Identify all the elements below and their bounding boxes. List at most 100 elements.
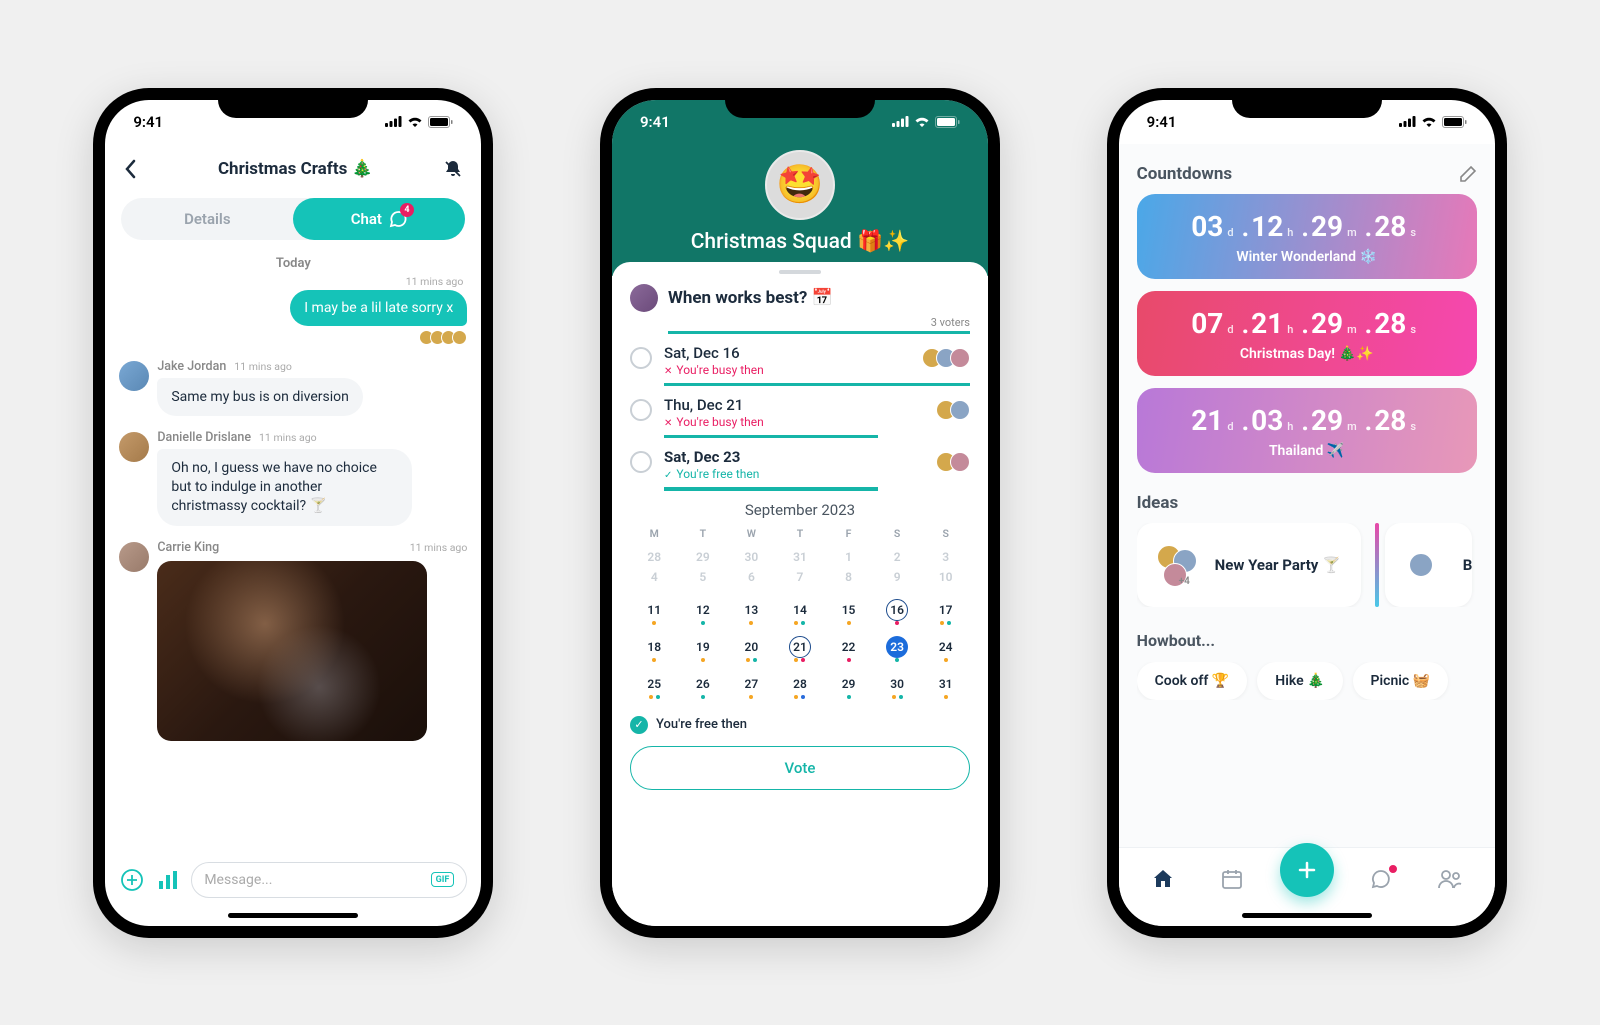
avatar (950, 400, 970, 420)
message-input[interactable]: Message... GIF (191, 862, 467, 898)
chat-messages[interactable]: Today 11 mins ago I may be a lil late so… (105, 250, 481, 852)
cal-day[interactable]: 22 (824, 632, 873, 669)
poll-author-avatar[interactable] (630, 284, 658, 312)
idea-card[interactable]: B (1385, 523, 1473, 607)
unit-m: m (1347, 323, 1357, 336)
cal-day[interactable]: 5 (679, 566, 728, 595)
poll-option[interactable]: Sat, Dec 23 You're free then (612, 438, 988, 491)
cal-day[interactable]: 9 (873, 566, 922, 595)
add-button[interactable] (119, 867, 145, 893)
cal-day[interactable]: 7 (776, 566, 825, 595)
avatar[interactable] (119, 361, 149, 391)
sheet-handle[interactable] (779, 270, 821, 274)
chip[interactable]: Picnic 🧺 (1353, 662, 1449, 700)
voter-avatars (936, 452, 970, 472)
chevron-left-icon (124, 159, 136, 179)
countdown-card[interactable]: 07d. 21h. 29m. 28s Christmas Day! 🎄✨ (1137, 291, 1477, 376)
cal-day[interactable]: 16 (873, 595, 922, 632)
countdown-card[interactable]: 21d. 03h. 29m. 28s Thailand ✈️ (1137, 388, 1477, 473)
nav-chat[interactable] (1360, 858, 1402, 900)
idea-card[interactable]: +4 New Year Party 🍸 (1137, 523, 1361, 607)
countdowns-title: Countdowns (1137, 164, 1232, 184)
status-icons (892, 116, 960, 128)
cal-day[interactable]: 28 (630, 546, 679, 566)
vote-button[interactable]: Vote (630, 746, 970, 790)
unit-h: h (1287, 323, 1293, 336)
cal-day[interactable]: 25 (630, 669, 679, 706)
cal-day[interactable]: 18 (630, 632, 679, 669)
radio[interactable] (630, 451, 652, 473)
home-indicator[interactable] (1242, 913, 1372, 918)
radio[interactable] (630, 399, 652, 421)
radio[interactable] (630, 347, 652, 369)
cal-day[interactable]: 1 (824, 546, 873, 566)
chip[interactable]: Hike 🎄 (1257, 662, 1342, 700)
cal-day[interactable]: 24 (921, 632, 970, 669)
cal-day[interactable]: 3 (921, 546, 970, 566)
message-bubble[interactable]: Same my bus is on diversion (157, 378, 363, 417)
nav-add[interactable] (1280, 843, 1334, 897)
cal-day[interactable]: 8 (824, 566, 873, 595)
nav-calendar[interactable] (1211, 858, 1253, 900)
cal-day[interactable]: 15 (824, 595, 873, 632)
cal-day[interactable]: 6 (727, 566, 776, 595)
cal-day[interactable]: 31 (776, 546, 825, 566)
cal-day[interactable]: 31 (921, 669, 970, 706)
suggestion-chips[interactable]: Cook off 🏆 Hike 🎄 Picnic 🧺 (1137, 662, 1477, 700)
cal-day[interactable]: 21 (776, 632, 825, 669)
cal-day[interactable]: 28 (776, 669, 825, 706)
cal-day[interactable]: 17 (921, 595, 970, 632)
nav-people[interactable] (1429, 858, 1471, 900)
nav-home[interactable] (1142, 858, 1184, 900)
calendar-headers: M T W T F S S (630, 527, 970, 546)
cal-day[interactable]: 11 (630, 595, 679, 632)
reactions[interactable] (119, 330, 467, 345)
avatar[interactable] (119, 432, 149, 462)
cal-day[interactable]: 30 (727, 546, 776, 566)
home-indicator[interactable] (228, 913, 358, 918)
poll-header: When works best? 📅 (612, 280, 988, 316)
cal-day[interactable]: 23 (873, 632, 922, 669)
message-bubble[interactable]: Oh no, I guess we have no choice but to … (157, 449, 411, 526)
ideas-list[interactable]: +4 New Year Party 🍸 B (1137, 523, 1477, 607)
countdown-card[interactable]: 03d. 12h. 29m. 28s Winter Wonderland ❄️ (1137, 194, 1477, 279)
back-button[interactable] (113, 152, 147, 186)
gif-attachment[interactable] (157, 561, 427, 741)
cal-day[interactable]: 13 (727, 595, 776, 632)
cal-day[interactable]: 19 (679, 632, 728, 669)
poll-question: When works best? 📅 (668, 288, 833, 308)
poll-option[interactable]: Thu, Dec 21 You're busy then (612, 386, 988, 438)
avatar[interactable] (119, 542, 149, 572)
poll-option[interactable]: Sat, Dec 16 You're busy then (612, 334, 988, 386)
outgoing-message[interactable]: I may be a lil late sorry x (290, 290, 467, 326)
edit-button[interactable] (1459, 165, 1477, 183)
unit-d: d (1227, 226, 1233, 239)
cal-day[interactable]: 29 (679, 546, 728, 566)
cal-day[interactable]: 4 (630, 566, 679, 595)
cal-day[interactable]: 26 (679, 669, 728, 706)
mute-button[interactable] (443, 159, 463, 179)
tab-chat[interactable]: Chat 4 (293, 198, 465, 240)
group-header: 9:41 🤩 Christmas Squad 🎁✨ (612, 100, 988, 276)
tab-details[interactable]: Details (121, 198, 293, 240)
msg-meta: Carrie King 11 mins ago (157, 540, 467, 555)
day-header: F (824, 527, 873, 546)
group-name: Christmas Squad 🎁✨ (612, 230, 988, 254)
gif-button[interactable]: GIF (431, 872, 455, 887)
cal-day[interactable]: 14 (776, 595, 825, 632)
chip[interactable]: Cook off 🏆 (1137, 662, 1248, 700)
unit-s: s (1410, 226, 1416, 239)
cal-day[interactable]: 27 (727, 669, 776, 706)
poll-button[interactable] (155, 867, 181, 893)
incoming-message: Danielle Drislane 11 mins ago Oh no, I g… (119, 430, 467, 526)
cal-day[interactable]: 29 (824, 669, 873, 706)
cal-day[interactable]: 12 (679, 595, 728, 632)
cal-day[interactable]: 20 (727, 632, 776, 669)
cal-day[interactable]: 30 (873, 669, 922, 706)
home-body[interactable]: Countdowns 03d. 12h. 29m. 28s Winter Won… (1119, 144, 1495, 847)
cal-day[interactable]: 2 (873, 546, 922, 566)
voter-count: 3 voters (612, 316, 988, 331)
secs: 28 (1374, 404, 1406, 437)
group-avatar[interactable]: 🤩 (765, 150, 835, 220)
cal-day[interactable]: 10 (921, 566, 970, 595)
